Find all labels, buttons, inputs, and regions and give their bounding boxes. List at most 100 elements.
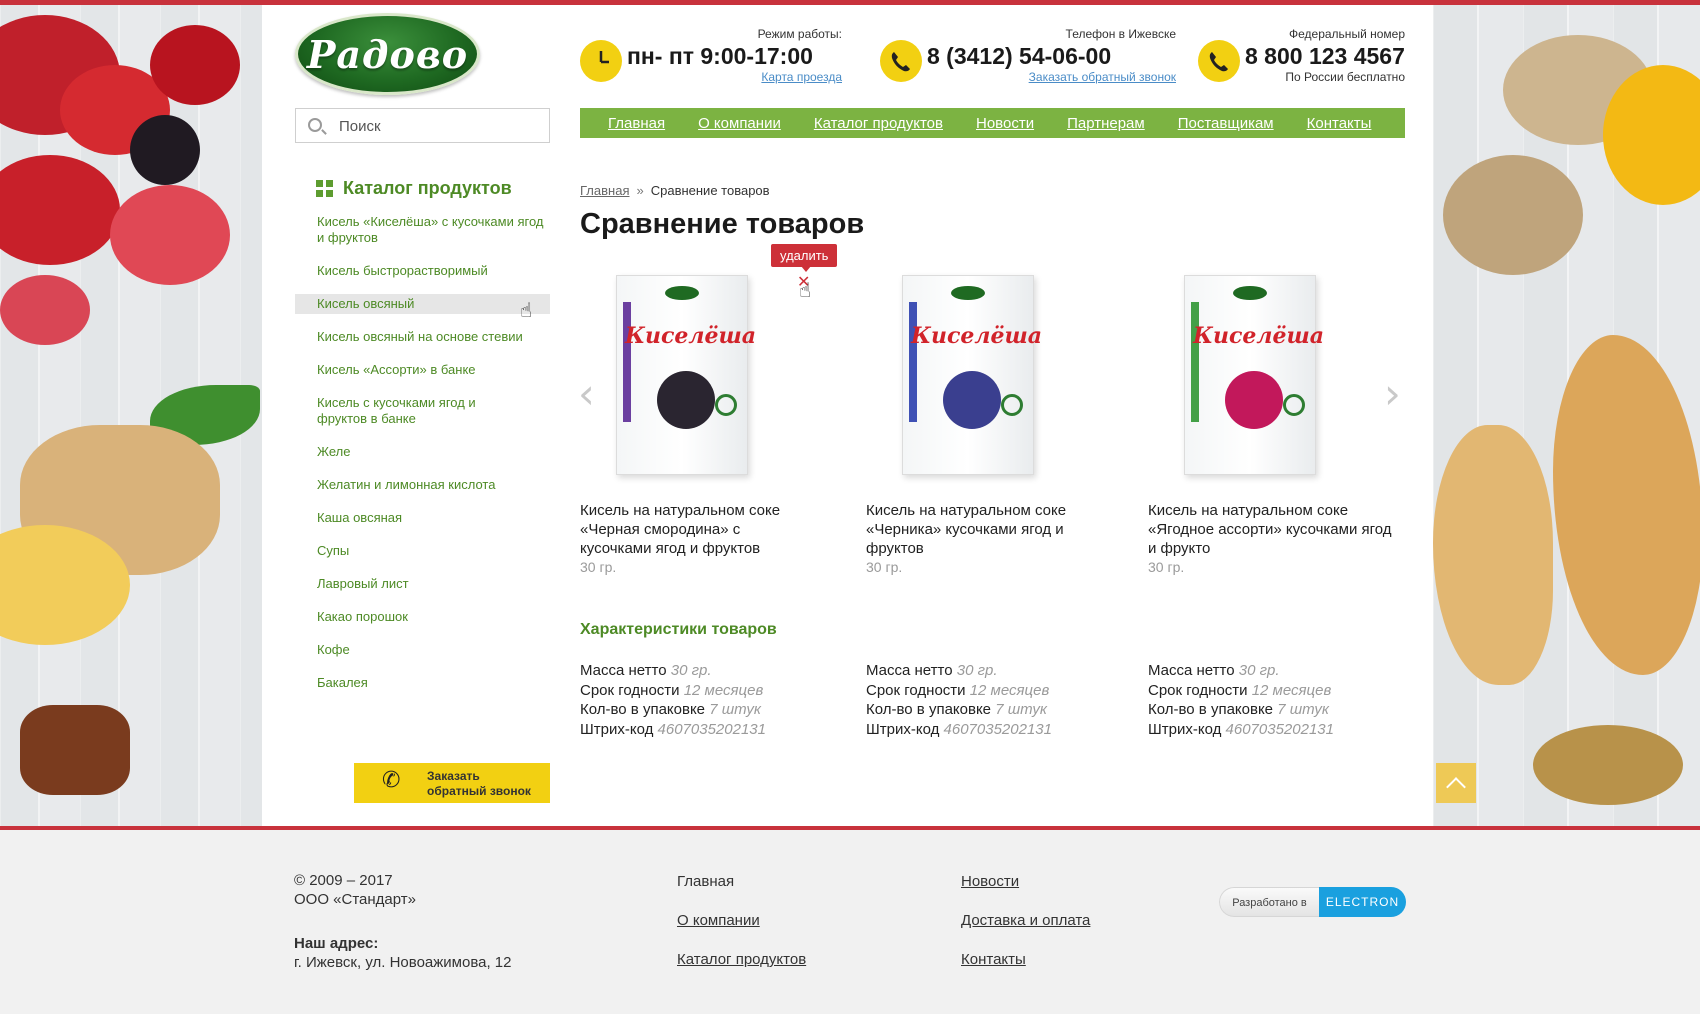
local-phone-value[interactable]: 8 (3412) 54-06-00 [927,43,1176,70]
quality-seal-icon [1001,394,1023,416]
callback-button-label: Заказать обратный звонок [427,769,531,798]
footer: © 2009 – 2017 ООО «Стандарт» Наш адрес: … [0,830,1700,1014]
working-hours-label: Режим работы: [757,27,842,41]
catalog-item-cocoa[interactable]: Какао порошок [295,607,550,627]
catalog-item-assorti[interactable]: Кисель «Ассорти» в банке [295,360,550,380]
catalog-item-grocery[interactable]: Бакалея [295,673,550,693]
nav-contacts[interactable]: Контакты [1307,115,1372,132]
brand-mini-logo [665,286,699,300]
product-name[interactable]: Кисель на натуральном соке «Черная сморо… [580,501,815,558]
catalog-item-coffee[interactable]: Кофе [295,640,550,660]
nav-home[interactable]: Главная [608,115,665,132]
berry-character-image [1225,371,1283,429]
phone-icon [1198,40,1240,82]
oat-stalks-image [1433,425,1553,685]
working-hours-value: пн- пт 9:00-17:00 [627,43,813,69]
nav-about[interactable]: О компании [698,115,781,132]
oat-stalks-image [1553,335,1700,675]
local-phone-label: Телефон в Ижевске [1065,27,1176,41]
brand-mini-logo [951,286,985,300]
quality-seal-icon [715,394,737,416]
federal-phone-label: Федеральный номер [1289,27,1405,41]
main-nav: Главная О компании Каталог продуктов Нов… [580,108,1405,138]
nav-catalog[interactable]: Каталог продуктов [814,115,943,132]
blackberry-image [130,115,200,185]
char-row: Кол-во в упаковке 7 штук [866,701,1047,718]
delete-tooltip: удалить [771,244,838,272]
product-card: Киселёша Кисель на натуральном соке «Яго… [1148,275,1408,575]
footer-link-news[interactable]: Новости [961,873,1019,890]
product-name[interactable]: Кисель на натуральном соке «Ягодное ассо… [1148,501,1398,558]
footer-link-contacts[interactable]: Контакты [961,951,1026,968]
catalog-item-oat-stevia[interactable]: Кисель овсяный на основе стевии [295,327,550,347]
product-weight: 30 гр. [580,559,617,575]
radovo-logo[interactable]: Радово [295,13,480,95]
map-link[interactable]: Карта проезда [627,70,842,84]
catalog-item-kiselesha[interactable]: Кисель «Киселёша» с кусочками ягод и фру… [295,212,550,248]
char-row: Масса нетто 30 гр. [580,662,712,679]
characteristics-column: Масса нетто 30 гр. Срок годности 12 меся… [1148,661,1334,739]
search-input[interactable] [339,115,539,137]
quality-seal-icon [1283,394,1305,416]
catalog-item-soups[interactable]: Супы [295,541,550,561]
char-row: Штрих-код 4607035202131 [866,720,1052,738]
product-image[interactable]: Киселёша [902,275,1042,475]
nav-news[interactable]: Новости [976,115,1034,132]
char-row: Срок годности 12 месяцев [866,681,1050,699]
federal-phone-sub: По России бесплатно [1285,70,1405,84]
product-weight: 30 гр. [1148,559,1185,575]
address: г. Ижевск, ул. Новоажимова, 12 [294,954,512,971]
scroll-up-button[interactable] [1436,763,1476,803]
char-row: Штрих-код 4607035202131 [580,720,766,738]
search-icon [308,118,322,132]
address-label: Наш адрес: [294,935,379,952]
local-phone: Телефон в Ижевске 8 (3412) 54-06-00 Зака… [927,27,1176,84]
catalog-item-oat[interactable]: Кисель овсяный [295,294,550,314]
char-row: Масса нетто 30 гр. [1148,662,1280,679]
jerusalem-artichoke-image [1443,155,1583,275]
catalog-item-jelly[interactable]: Желе [295,442,550,462]
strawberry-image [0,155,120,265]
catalog-item-porridge[interactable]: Каша овсяная [295,508,550,528]
bay-leaf-image [1533,725,1683,805]
catalog-list: Кисель «Киселёша» с кусочками ягод и фру… [295,212,550,693]
breadcrumb-home[interactable]: Главная [580,183,629,198]
nav-suppliers[interactable]: Поставщикам [1178,115,1274,132]
product-image[interactable]: Киселёша [616,275,756,475]
catalog-item-jar[interactable]: Кисель с кусочками ягод и фруктов в банк… [295,393,485,429]
catalog-item-gelatin[interactable]: Желатин и лимонная кислота [295,475,550,495]
developer-badge[interactable]: Разработано в ELECTRON [1219,887,1406,917]
product-name[interactable]: Кисель на натуральном соке «Черника» кус… [866,501,1078,558]
page-title: Сравнение товаров [580,208,865,240]
clock-icon [580,40,622,82]
currant-image [150,25,240,105]
product-image[interactable]: Киселёша [1184,275,1324,475]
raspberry-image [0,275,90,345]
footer-link-home[interactable]: Главная [677,873,734,890]
decorative-right-background [1433,5,1700,826]
federal-phone-value[interactable]: 8 800 123 4567 [1245,43,1405,70]
raspberry-image [110,185,230,285]
breadcrumb: Главная» Сравнение товаров [580,183,770,198]
char-row: Срок годности 12 месяцев [580,681,764,699]
berry-character-image [943,371,1001,429]
decorative-left-background [0,5,262,826]
catalog-item-bay-leaf[interactable]: Лавровый лист [295,574,550,594]
catalog-item-instant[interactable]: Кисель быстрорастворимый [295,261,550,281]
footer-link-delivery[interactable]: Доставка и оплата [961,912,1090,929]
developer-label: Разработано в [1219,887,1319,917]
search-box [295,108,550,143]
footer-link-catalog[interactable]: Каталог продуктов [677,951,806,968]
product-card: Киселёша Кисель на натуральном соке «Чер… [866,275,1126,575]
federal-phone: Федеральный номер 8 800 123 4567 По Росс… [1245,27,1405,84]
order-callback-link[interactable]: Заказать обратный звонок [927,70,1176,84]
footer-link-about[interactable]: О компании [677,912,760,929]
electron-logo: ELECTRON [1319,887,1406,917]
characteristics-column: Масса нетто 30 гр. Срок годности 12 меся… [580,661,766,739]
nav-partners[interactable]: Партнерам [1067,115,1145,132]
product-weight: 30 гр. [866,559,903,575]
hand-cursor-icon: ☝ [520,300,533,322]
callback-button[interactable]: ✆ Заказать обратный звонок [354,763,550,803]
characteristics-column: Масса нетто 30 гр. Срок годности 12 меся… [866,661,1052,739]
grid-icon [316,180,333,197]
